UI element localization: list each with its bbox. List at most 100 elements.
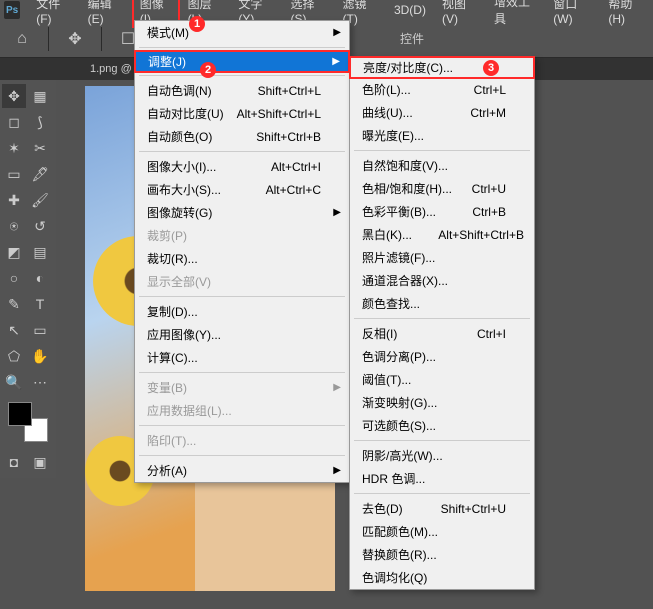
gradient-tool[interactable]: ▤ (28, 240, 52, 264)
stamp-tool[interactable]: ⍟ (2, 214, 26, 238)
menu-invert[interactable]: 反相(I)Ctrl+I (350, 322, 534, 345)
eraser-tool[interactable]: ◩ (2, 240, 26, 264)
annotation-badge-2: 2 (200, 62, 216, 78)
type-tool[interactable]: T (28, 292, 52, 316)
menu-duplicate[interactable]: 复制(D)... (135, 300, 349, 323)
menu-mode[interactable]: 模式(M)▶ (135, 21, 349, 44)
quick-mask[interactable]: ◘ (2, 450, 26, 474)
menu-posterize[interactable]: 色调分离(P)... (350, 345, 534, 368)
menu-brightness-contrast[interactable]: 亮度/对比度(C)... (349, 56, 535, 79)
menu-auto-contrast[interactable]: 自动对比度(U)Alt+Shift+Ctrl+L (135, 102, 349, 125)
color-swatches[interactable] (8, 402, 48, 442)
fg-color[interactable] (8, 402, 32, 426)
annotation-badge-3: 3 (483, 60, 499, 76)
history-brush-tool[interactable]: ↺ (28, 214, 52, 238)
menu-photo-filter[interactable]: 照片滤镜(F)... (350, 246, 534, 269)
menu-match-color[interactable]: 匹配颜色(M)... (350, 520, 534, 543)
menubar: Ps 文件(F) 编辑(E) 图像(I) 图层(L) 文字(Y) 选择(S) 滤… (0, 0, 653, 20)
screen-mode[interactable]: ▣ (28, 450, 52, 474)
more-tools[interactable]: ⋯ (28, 370, 52, 394)
menu-rotate[interactable]: 图像旋转(G)▶ (135, 201, 349, 224)
menu-image-size[interactable]: 图像大小(I)...Alt+Ctrl+I (135, 155, 349, 178)
home-icon[interactable]: ⌂ (8, 25, 36, 53)
divider (354, 318, 530, 319)
menu-canvas-size[interactable]: 画布大小(S)...Alt+Ctrl+C (135, 178, 349, 201)
polygon-tool[interactable]: ⬠ (2, 344, 26, 368)
shortcut: Alt+Shift+Ctrl+B (438, 228, 524, 242)
divider (354, 440, 530, 441)
tab-title: 1.png @ (90, 63, 132, 75)
menu-trim[interactable]: 裁切(R)... (135, 247, 349, 270)
lasso-tool[interactable]: ⟆ (28, 110, 52, 134)
menu-shadows-highlights[interactable]: 阴影/高光(W)... (350, 444, 534, 467)
dodge-tool[interactable]: ◐ (28, 266, 52, 290)
menu-black-white[interactable]: 黑白(K)...Alt+Shift+Ctrl+B (350, 223, 534, 246)
menu-threshold[interactable]: 阈值(T)... (350, 368, 534, 391)
menu-color-lookup[interactable]: 颜色查找... (350, 292, 534, 315)
shortcut: Shift+Ctrl+B (256, 130, 321, 144)
menu-color-balance[interactable]: 色彩平衡(B)...Ctrl+B (350, 200, 534, 223)
menu-levels[interactable]: 色阶(L)...Ctrl+L (350, 78, 534, 101)
menu-vibrance[interactable]: 自然饱和度(V)... (350, 154, 534, 177)
menu-3d[interactable]: 3D(D) (386, 1, 434, 19)
shortcut: Ctrl+B (472, 205, 506, 219)
path-tool[interactable]: ↖ (2, 318, 26, 342)
shortcut: Ctrl+U (472, 182, 506, 196)
menu-exposure[interactable]: 曝光度(E)... (350, 124, 534, 147)
annotation-badge-1: 1 (189, 16, 205, 32)
menu-desaturate[interactable]: 去色(D)Shift+Ctrl+U (350, 497, 534, 520)
menu-trap: 陷印(T)... (135, 429, 349, 452)
hand-tool[interactable]: ✋ (28, 344, 52, 368)
divider (139, 296, 345, 297)
artboard-tool[interactable]: ▦ (28, 84, 52, 108)
menu-adjustments[interactable]: 调整(J)▶ (134, 50, 350, 73)
menu-gradient-map[interactable]: 渐变映射(G)... (350, 391, 534, 414)
wand-tool[interactable]: ✶ (2, 136, 26, 160)
menu-selective-color[interactable]: 可选颜色(S)... (350, 414, 534, 437)
menu-hue-sat[interactable]: 色相/饱和度(H)...Ctrl+U (350, 177, 534, 200)
shape-tool[interactable]: ▭ (28, 318, 52, 342)
menu-hdr[interactable]: HDR 色调... (350, 467, 534, 490)
brush-tool[interactable]: 🖌 (28, 188, 52, 212)
menu-reveal: 显示全部(V) (135, 270, 349, 293)
chevron-right-icon: ▶ (333, 465, 341, 476)
menu-apply-image[interactable]: 应用图像(Y)... (135, 323, 349, 346)
pen-tool[interactable]: ✎ (2, 292, 26, 316)
menu-replace-color[interactable]: 替换颜色(R)... (350, 543, 534, 566)
shortcut: Shift+Ctrl+U (441, 502, 506, 516)
menu-view[interactable]: 视图(V) (434, 0, 486, 28)
menu-plugins[interactable]: 增效工具 (486, 0, 545, 29)
menu-help[interactable]: 帮助(H) (600, 0, 653, 28)
divider (139, 151, 345, 152)
shortcut: Ctrl+M (470, 106, 506, 120)
menu-auto-color[interactable]: 自动颜色(O)Shift+Ctrl+B (135, 125, 349, 148)
image-menu: 模式(M)▶ 调整(J)▶ 自动色调(N)Shift+Ctrl+L 自动对比度(… (134, 20, 350, 483)
frame-tool[interactable]: ▭ (2, 162, 26, 186)
crop-tool[interactable]: ✂ (28, 136, 52, 160)
menu-analyze[interactable]: 分析(A)▶ (135, 459, 349, 482)
chevron-right-icon: ▶ (333, 27, 341, 38)
move-icon[interactable]: ✥ (61, 25, 89, 53)
eyedropper-tool[interactable]: 🖋 (28, 162, 52, 186)
menu-edit[interactable]: 编辑(E) (80, 0, 132, 28)
menu-window[interactable]: 窗口(W) (545, 0, 600, 28)
menu-crop: 裁剪(P) (135, 224, 349, 247)
menu-curves[interactable]: 曲线(U)...Ctrl+M (350, 101, 534, 124)
menu-calculations[interactable]: 计算(C)... (135, 346, 349, 369)
move-tool[interactable]: ✥ (2, 84, 26, 108)
app-icon: Ps (4, 1, 20, 19)
divider (354, 150, 530, 151)
marquee-tool[interactable]: ◻ (2, 110, 26, 134)
blur-tool[interactable]: ○ (2, 266, 26, 290)
menu-auto-tone[interactable]: 自动色调(N)Shift+Ctrl+L (135, 79, 349, 102)
zoom-tool[interactable]: 🔍 (2, 370, 26, 394)
menu-equalize[interactable]: 色调均化(Q) (350, 566, 534, 589)
shortcut: Alt+Ctrl+I (271, 160, 321, 174)
menu-channel-mixer[interactable]: 通道混合器(X)... (350, 269, 534, 292)
menu-file[interactable]: 文件(F) (28, 0, 79, 28)
chevron-right-icon: ▶ (333, 382, 341, 393)
chevron-right-icon: ▶ (333, 207, 341, 218)
heal-tool[interactable]: ✚ (2, 188, 26, 212)
divider (48, 27, 49, 51)
divider (101, 27, 102, 51)
